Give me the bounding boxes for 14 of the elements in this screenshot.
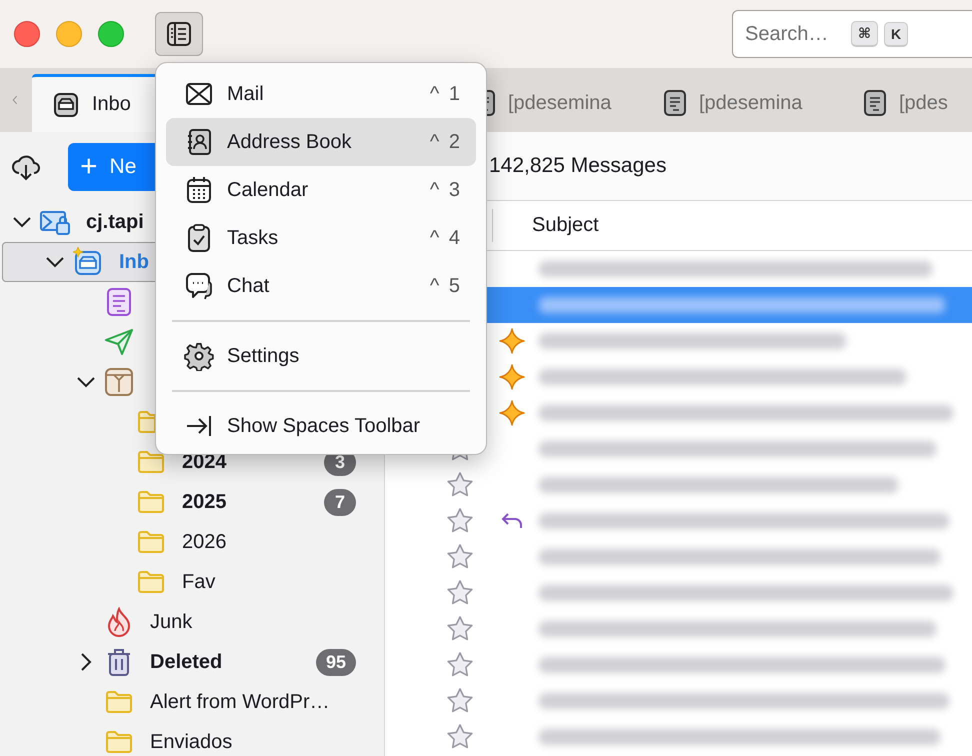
folder-name: Inb [119, 250, 150, 274]
message-count: 142,825 Messages [489, 154, 666, 178]
folder-name: Junk [150, 610, 194, 634]
folder-name: cj.tapi [86, 210, 145, 234]
folder-name: Enviados [150, 730, 234, 754]
keyboard-key: K [884, 22, 908, 46]
keyboard-key: ⌘ [851, 21, 878, 47]
folder-name: 2026 [182, 530, 228, 554]
unread-count: 7 [324, 488, 356, 516]
folder-name: 2025 [182, 490, 228, 514]
folder-name: Deleted [150, 650, 224, 674]
folder-name: Fav [182, 570, 216, 594]
unread-count: 95 [316, 648, 356, 676]
folder-name: Alert from WordPr… [150, 690, 331, 714]
